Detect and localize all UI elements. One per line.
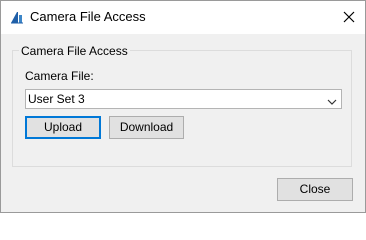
camera-file-select[interactable]: User Set 3 [25, 89, 342, 109]
upload-button[interactable]: Upload [25, 116, 101, 139]
chevron-down-icon [327, 95, 337, 105]
camera-app-icon [10, 10, 24, 24]
download-button[interactable]: Download [109, 116, 184, 139]
camera-file-label: Camera File: [25, 69, 94, 83]
close-icon[interactable] [342, 10, 356, 24]
camera-file-select-value: User Set 3 [28, 92, 85, 106]
close-button[interactable]: Close [277, 178, 353, 201]
window-title: Camera File Access [30, 9, 146, 24]
group-legend: Camera File Access [19, 44, 130, 58]
title-bar[interactable]: Camera File Access [1, 1, 365, 34]
camera-file-access-dialog: Camera File Access Camera File Access Ca… [0, 0, 366, 213]
